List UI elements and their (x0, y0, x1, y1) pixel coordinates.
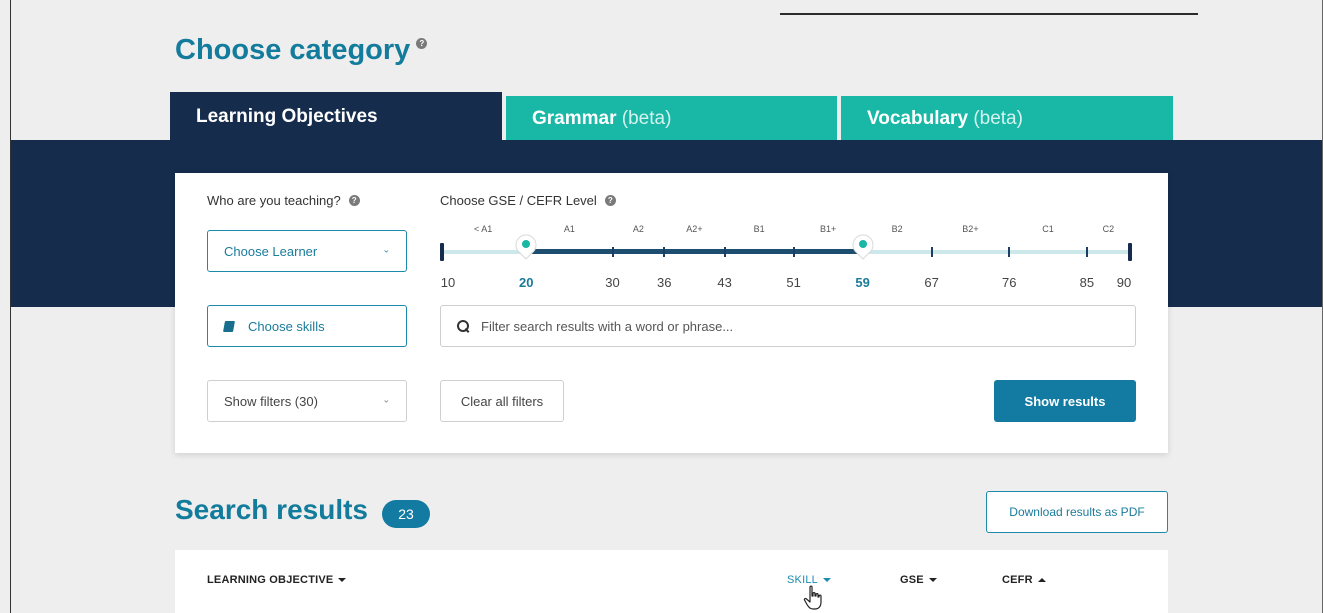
tab-beta-suffix: (beta) (973, 108, 1023, 129)
search-placeholder: Filter search results with a word or phr… (481, 318, 734, 334)
gse-value-90: 90 (1116, 275, 1132, 290)
tab-beta-suffix: (beta) (621, 108, 672, 129)
tab-grammar[interactable]: Grammar (beta) (506, 96, 837, 140)
filter-card: Who are you teaching? ? Choose Learner ⌄… (175, 173, 1168, 453)
sort-down-icon (338, 578, 347, 582)
slider-tick (663, 247, 666, 257)
search-results-heading: Search results (175, 494, 368, 525)
column-label: LEARNING OBJECTIVE (207, 574, 334, 586)
level-label: Choose GSE / CEFR Level (440, 193, 597, 208)
gse-value-30: 30 (605, 275, 620, 290)
cefr-label: B1 (753, 224, 765, 234)
cefr-label: A1 (563, 224, 575, 234)
tab-learning-objectives[interactable]: Learning Objectives (170, 92, 502, 140)
filters-select-value: Show filters (30) (224, 393, 318, 409)
learner-select-value: Choose Learner (224, 243, 318, 259)
results-table-header: LEARNING OBJECTIVE SKILL GSE CEFR (175, 550, 1168, 613)
question-circle-icon[interactable]: ? (604, 195, 616, 206)
gse-value-76: 76 (1002, 275, 1017, 290)
cefr-label: B2 (891, 224, 903, 234)
slider-tick (930, 247, 933, 257)
tab-label: Vocabulary (867, 108, 969, 129)
cefr-label: C1 (1042, 224, 1054, 234)
slider-tick (1085, 247, 1088, 257)
tab-label: Grammar (532, 108, 617, 129)
slider-tick (723, 247, 726, 257)
column-cefr[interactable]: CEFR (1002, 574, 1046, 586)
top-divider (780, 13, 1198, 15)
cefr-label: A2 (632, 224, 644, 234)
column-label: GSE (900, 574, 924, 586)
clear-filters-button[interactable]: Clear all filters (440, 380, 564, 422)
slider-end-cap (1128, 243, 1132, 261)
search-icon (457, 320, 469, 332)
cefr-label: C2 (1102, 224, 1115, 234)
tab-label: Learning Objectives (196, 106, 378, 127)
show-results-button[interactable]: Show results (994, 380, 1136, 422)
column-learning-objective[interactable]: LEARNING OBJECTIVE (207, 574, 347, 586)
tab-vocabulary[interactable]: Vocabulary (beta) (841, 96, 1173, 140)
page-title: Choose category (175, 34, 411, 66)
slider-handle-high[interactable] (851, 234, 875, 260)
gse-value-85: 85 (1079, 275, 1095, 290)
choose-skills-label: Choose skills (248, 318, 325, 334)
column-label: CEFR (1002, 574, 1033, 586)
chevron-down-icon: ⌄ (382, 394, 390, 405)
gse-value-36: 36 (657, 275, 672, 290)
gse-range-slider[interactable] (440, 234, 1132, 264)
gse-value-59: 59 (855, 275, 870, 290)
download-pdf-button[interactable]: Download results as PDF (986, 491, 1168, 533)
cefr-label: < A1 (473, 224, 493, 234)
hand-pointer-cursor-icon (803, 585, 822, 610)
book-icon (223, 320, 235, 332)
slider-handle-low[interactable] (514, 234, 538, 260)
learner-select[interactable]: Choose Learner ⌄ (207, 230, 407, 272)
cefr-level-labels: < A1 A1 A2 A2+ B1 B1+ B2 B2+ C1 C2 (440, 224, 1140, 238)
sort-up-icon (1037, 578, 1046, 582)
gse-value-51: 51 (786, 275, 801, 290)
choose-category-heading: Choose category ? (175, 34, 428, 67)
gse-value-20: 20 (519, 275, 534, 290)
cefr-label: B1+ (819, 224, 837, 234)
filters-select[interactable]: Show filters (30) ⌄ (207, 380, 407, 422)
search-input[interactable]: Filter search results with a word or phr… (440, 305, 1136, 347)
slider-tick (1008, 247, 1011, 257)
choose-skills-button[interactable]: Choose skills (207, 305, 407, 347)
question-circle-icon[interactable]: ? (348, 195, 360, 206)
gse-value-67: 67 (924, 275, 939, 290)
slider-tick (611, 247, 614, 257)
sort-down-icon (822, 578, 831, 582)
slider-tick (792, 247, 795, 257)
learner-label-row: Who are you teaching? ? (207, 193, 360, 208)
cefr-label: B2+ (962, 224, 979, 234)
cefr-label: A2+ (686, 224, 703, 234)
gse-value-43: 43 (717, 275, 732, 290)
chevron-down-icon: ⌄ (382, 244, 390, 255)
gse-value-10: 10 (440, 275, 456, 290)
learner-label: Who are you teaching? (207, 193, 341, 208)
sort-down-icon (928, 578, 937, 582)
gse-scale-numbers: 10 20 30 36 43 51 59 67 76 85 90 (440, 275, 1140, 291)
level-label-row: Choose GSE / CEFR Level ? (440, 193, 616, 208)
question-circle-icon[interactable]: ? (416, 38, 428, 49)
results-count-badge: 23 (382, 500, 430, 528)
column-gse[interactable]: GSE (900, 574, 937, 586)
slider-selected-range (526, 249, 863, 254)
slider-end-cap (440, 243, 444, 261)
